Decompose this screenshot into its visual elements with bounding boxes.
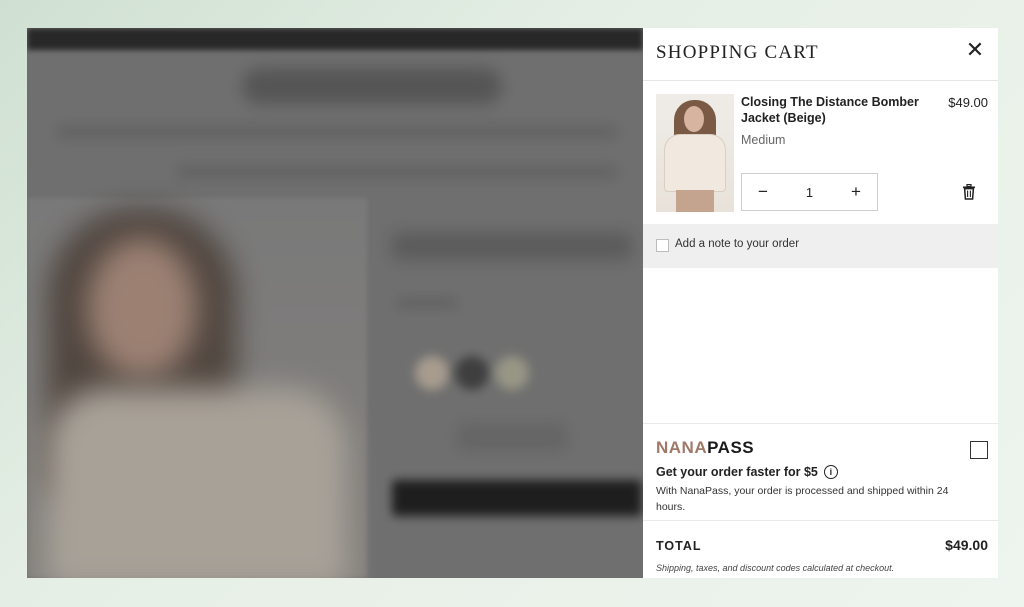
- nanapass-checkbox[interactable]: [970, 441, 988, 459]
- nanapass-description: With NanaPass, your order is processed a…: [656, 485, 949, 513]
- cart-header: SHOPPING CART ✕: [643, 28, 998, 81]
- quantity-input[interactable]: 1: [784, 185, 835, 200]
- trash-icon[interactable]: [962, 184, 976, 200]
- page-overlay[interactable]: [27, 28, 643, 578]
- product-price: $49.00: [948, 95, 988, 110]
- nanapass-upsell: NANAPASS Get your order faster for $5 i …: [643, 423, 998, 521]
- decrement-button[interactable]: −: [742, 182, 784, 202]
- nanapass-heading-text: Get your order faster for $5: [656, 465, 818, 479]
- screenshot-frame: SHOPPING CART ✕ Closing The Distance Bom…: [27, 28, 998, 578]
- order-note-toggle[interactable]: Add a note to your order: [643, 225, 998, 268]
- total-label: TOTAL: [656, 539, 702, 553]
- cart-total: TOTAL $49.00 Shipping, taxes, and discou…: [643, 521, 998, 578]
- increment-button[interactable]: +: [835, 182, 877, 202]
- blurred-product-page: [27, 28, 643, 578]
- nanapass-logo-pass: PASS: [707, 438, 755, 457]
- cart-line-item: Closing The Distance Bomber Jacket (Beig…: [643, 81, 998, 225]
- product-title-link[interactable]: Closing The Distance Bomber Jacket (Beig…: [741, 94, 921, 126]
- nanapass-logo-nana: NANA: [656, 438, 708, 457]
- cart-title: SHOPPING CART: [656, 42, 819, 63]
- quantity-stepper: − 1 +: [741, 173, 878, 211]
- nanapass-logo: NANAPASS: [656, 438, 754, 458]
- product-thumbnail[interactable]: [656, 94, 734, 212]
- product-variant: Medium: [741, 133, 786, 147]
- info-icon[interactable]: i: [823, 465, 838, 479]
- cart-drawer: SHOPPING CART ✕ Closing The Distance Bom…: [643, 28, 998, 578]
- close-icon[interactable]: ✕: [964, 39, 986, 61]
- nanapass-heading: Get your order faster for $5 i: [656, 465, 838, 479]
- checkout-note: Shipping, taxes, and discount codes calc…: [656, 563, 895, 573]
- order-note-checkbox[interactable]: [656, 239, 669, 252]
- order-note-label[interactable]: Add a note to your order: [675, 238, 799, 250]
- total-value: $49.00: [945, 537, 988, 553]
